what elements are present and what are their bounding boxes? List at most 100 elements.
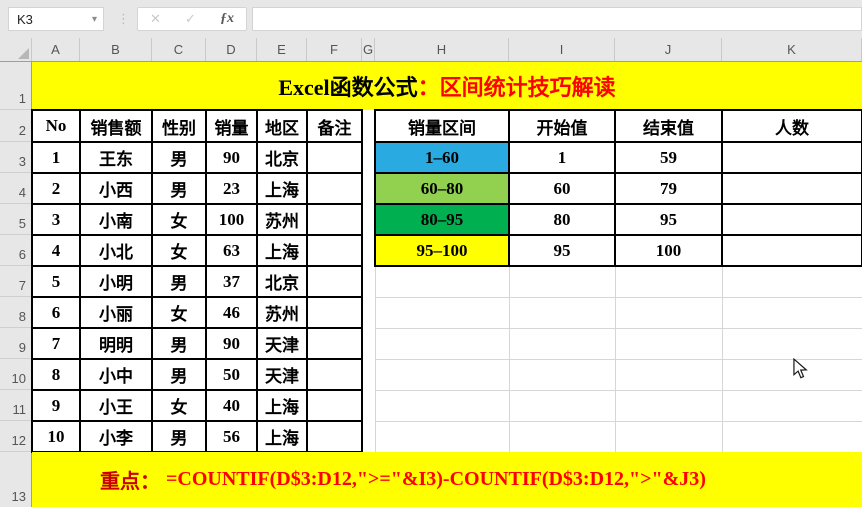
- column-header-i[interactable]: I: [509, 38, 615, 61]
- header-cell[interactable]: 结束值: [615, 110, 722, 142]
- cell[interactable]: 男: [152, 421, 206, 452]
- cancel-icon[interactable]: ✕: [150, 11, 161, 27]
- interval-range-cell[interactable]: 95–100: [375, 235, 509, 266]
- cell[interactable]: [307, 266, 362, 297]
- row-header-8[interactable]: 8: [0, 297, 31, 328]
- cell[interactable]: 90: [206, 142, 257, 173]
- row-header-10[interactable]: 10: [0, 359, 31, 390]
- row-header-6[interactable]: 6: [0, 235, 31, 266]
- cell[interactable]: 60: [509, 173, 615, 204]
- cell[interactable]: 小李: [80, 421, 152, 452]
- row-header-2[interactable]: 2: [0, 110, 31, 142]
- cell[interactable]: 37: [206, 266, 257, 297]
- row-header-13[interactable]: 13: [0, 452, 31, 507]
- name-box-input[interactable]: [9, 12, 87, 27]
- cell[interactable]: 男: [152, 142, 206, 173]
- cell[interactable]: 4: [32, 235, 80, 266]
- cell[interactable]: 明明: [80, 328, 152, 359]
- cell[interactable]: 男: [152, 359, 206, 390]
- header-cell[interactable]: 备注: [307, 110, 362, 142]
- column-header-h[interactable]: H: [375, 38, 509, 61]
- cell[interactable]: 小北: [80, 235, 152, 266]
- column-header-j[interactable]: J: [615, 38, 722, 61]
- cell[interactable]: 6: [32, 297, 80, 328]
- cell[interactable]: [307, 359, 362, 390]
- formula-bar[interactable]: [252, 7, 862, 31]
- cell[interactable]: 女: [152, 297, 206, 328]
- header-cell[interactable]: 销量区间: [375, 110, 509, 142]
- column-header-a[interactable]: A: [32, 38, 80, 61]
- header-cell[interactable]: 开始值: [509, 110, 615, 142]
- header-cell[interactable]: 人数: [722, 110, 862, 142]
- cell[interactable]: 56: [206, 421, 257, 452]
- header-cell[interactable]: 销量: [206, 110, 257, 142]
- cell[interactable]: 小中: [80, 359, 152, 390]
- cell[interactable]: 小南: [80, 204, 152, 235]
- header-cell[interactable]: 销售额: [80, 110, 152, 142]
- row-header-7[interactable]: 7: [0, 266, 31, 297]
- header-cell[interactable]: No: [32, 110, 80, 142]
- cell[interactable]: 男: [152, 328, 206, 359]
- formula-bar-input[interactable]: [253, 8, 861, 30]
- cell[interactable]: 小丽: [80, 297, 152, 328]
- cell[interactable]: 40: [206, 390, 257, 421]
- cell[interactable]: 小西: [80, 173, 152, 204]
- row-header-9[interactable]: 9: [0, 328, 31, 359]
- cell[interactable]: 小王: [80, 390, 152, 421]
- cell[interactable]: 63: [206, 235, 257, 266]
- cell[interactable]: 1: [509, 142, 615, 173]
- cell[interactable]: 苏州: [257, 297, 307, 328]
- cell[interactable]: 5: [32, 266, 80, 297]
- cell[interactable]: 北京: [257, 142, 307, 173]
- interval-range-cell[interactable]: 60–80: [375, 173, 509, 204]
- enter-icon[interactable]: ✓: [185, 11, 196, 27]
- column-header-k[interactable]: K: [722, 38, 862, 61]
- cell[interactable]: 100: [615, 235, 722, 266]
- name-box[interactable]: ▾: [8, 7, 104, 31]
- row-header-12[interactable]: 12: [0, 421, 31, 452]
- cell[interactable]: [307, 421, 362, 452]
- formula-banner[interactable]: 重点： =COUNTIF(D$3:D12,">="&I3)-COUNTIF(D$…: [32, 452, 862, 507]
- interval-range-cell[interactable]: 1–60: [375, 142, 509, 173]
- cell[interactable]: 100: [206, 204, 257, 235]
- column-header-d[interactable]: D: [206, 38, 257, 61]
- row-header-1[interactable]: 1: [0, 62, 31, 110]
- cell[interactable]: 80: [509, 204, 615, 235]
- cell[interactable]: 小明: [80, 266, 152, 297]
- cell[interactable]: 上海: [257, 235, 307, 266]
- cell[interactable]: [307, 328, 362, 359]
- cell[interactable]: [722, 235, 862, 266]
- cell[interactable]: 上海: [257, 173, 307, 204]
- cell[interactable]: 1: [32, 142, 80, 173]
- header-cell[interactable]: 地区: [257, 110, 307, 142]
- cell[interactable]: 天津: [257, 328, 307, 359]
- cell[interactable]: [722, 204, 862, 235]
- column-header-e[interactable]: E: [257, 38, 307, 61]
- cell[interactable]: 3: [32, 204, 80, 235]
- cell[interactable]: 9: [32, 390, 80, 421]
- cell[interactable]: [307, 204, 362, 235]
- cell[interactable]: 79: [615, 173, 722, 204]
- cell[interactable]: 46: [206, 297, 257, 328]
- select-all-corner[interactable]: [0, 38, 32, 61]
- cell[interactable]: 北京: [257, 266, 307, 297]
- cell[interactable]: 苏州: [257, 204, 307, 235]
- row-header-11[interactable]: 11: [0, 390, 31, 421]
- name-box-dropdown-icon[interactable]: ▾: [92, 14, 103, 25]
- cell[interactable]: [307, 235, 362, 266]
- cell[interactable]: 天津: [257, 359, 307, 390]
- cell[interactable]: 7: [32, 328, 80, 359]
- row-header-5[interactable]: 5: [0, 204, 31, 235]
- cell[interactable]: 上海: [257, 421, 307, 452]
- cell[interactable]: 女: [152, 204, 206, 235]
- cell[interactable]: 男: [152, 173, 206, 204]
- cell[interactable]: [722, 173, 862, 204]
- cell[interactable]: 90: [206, 328, 257, 359]
- cell[interactable]: 上海: [257, 390, 307, 421]
- insert-function-icon[interactable]: ƒx: [220, 11, 234, 27]
- cell[interactable]: 10: [32, 421, 80, 452]
- cell[interactable]: [307, 142, 362, 173]
- cell[interactable]: 8: [32, 359, 80, 390]
- cell[interactable]: 95: [509, 235, 615, 266]
- column-header-f[interactable]: F: [307, 38, 362, 61]
